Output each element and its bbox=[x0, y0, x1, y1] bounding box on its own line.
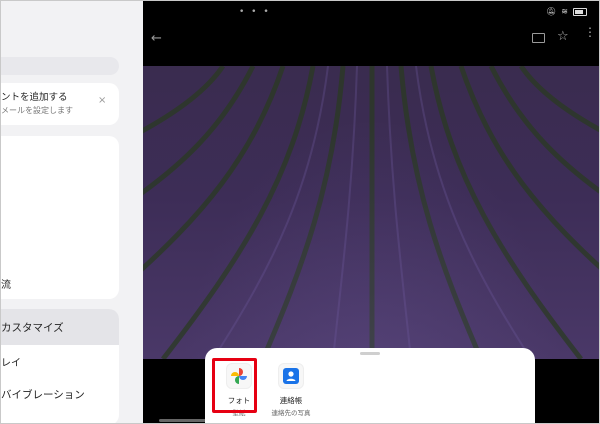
settings-group-card: 流 bbox=[1, 136, 119, 299]
search-strip bbox=[1, 57, 119, 75]
silent-icon: 🔕︎ bbox=[546, 7, 557, 16]
sidebar-item-customize[interactable]: カスタマイズ bbox=[1, 320, 64, 335]
wifi-icon: ≋ bbox=[561, 7, 568, 16]
contacts-app-option[interactable]: 連絡帳 連絡先の写真 bbox=[259, 358, 323, 420]
contacts-app-name: 連絡帳 bbox=[279, 396, 303, 405]
add-account-label: ントを追加する bbox=[1, 92, 68, 103]
lavender-photo bbox=[143, 66, 599, 359]
settings-panel: ントを追加する メールを設定します × 流 カスタマイズ レイ バイブレーション bbox=[1, 1, 143, 423]
contacts-icon bbox=[278, 363, 304, 389]
battery-icon bbox=[573, 7, 587, 16]
status-bar: 🔕︎ ≋ bbox=[546, 7, 587, 16]
sidebar-item-vibration[interactable]: バイブレーション bbox=[1, 387, 85, 402]
account-card[interactable]: ントを追加する メールを設定します × bbox=[1, 83, 119, 125]
settings-menu-card: カスタマイズ レイ バイブレーション bbox=[1, 309, 119, 423]
screen: ントを追加する メールを設定します × 流 カスタマイズ レイ バイブレーション… bbox=[0, 0, 600, 424]
sheet-handle[interactable] bbox=[360, 352, 380, 355]
highlight-box bbox=[212, 358, 257, 413]
star-icon[interactable]: ☆ bbox=[557, 29, 569, 44]
settings-item-label[interactable]: 流 bbox=[1, 276, 11, 291]
more-vert-icon[interactable]: ⋮ bbox=[584, 26, 596, 38]
set-mail-label: メールを設定します bbox=[1, 106, 73, 115]
close-icon[interactable]: × bbox=[98, 95, 106, 106]
sidebar-item-layout[interactable]: レイ bbox=[1, 354, 21, 369]
lavender-rows bbox=[143, 66, 599, 359]
multitask-dots[interactable]: • • • bbox=[239, 7, 271, 17]
contacts-app-subtitle: 連絡先の写真 bbox=[271, 409, 311, 417]
back-arrow-icon[interactable]: ← bbox=[151, 31, 162, 46]
cast-icon[interactable] bbox=[532, 33, 545, 43]
